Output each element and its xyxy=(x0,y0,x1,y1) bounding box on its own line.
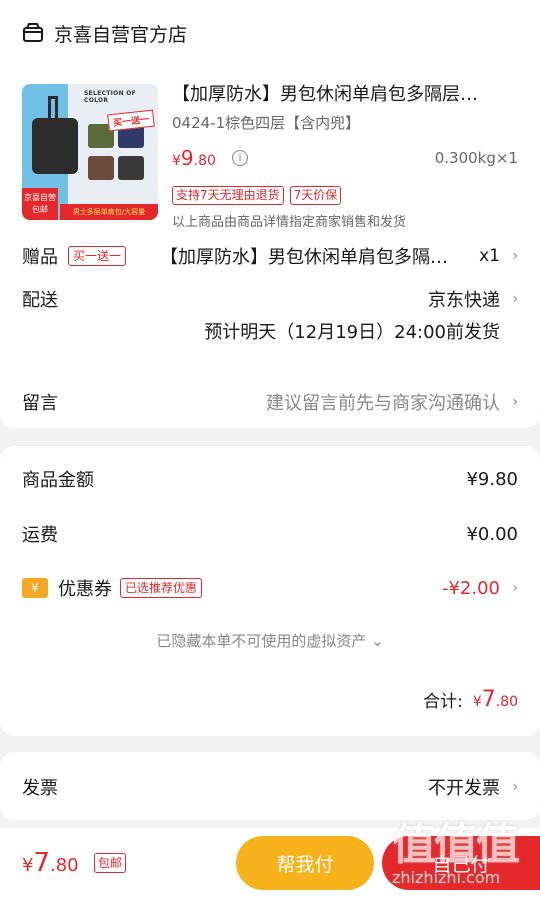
product-title[interactable]: 【加厚防水】男包休闲单肩包多隔层… xyxy=(172,80,522,106)
total-label: 合计: xyxy=(423,691,463,712)
thumb-tag-line2: 包邮 xyxy=(32,205,48,214)
shop-header[interactable]: 京喜自营官方店 xyxy=(22,20,187,46)
shipping-label: 运费 xyxy=(22,525,58,546)
checkout-bar: ¥7.80 包邮 帮我付 自己付 xyxy=(0,828,540,899)
message-placeholder[interactable]: 建议留言前先与商家沟通确认 xyxy=(266,389,500,415)
goods-amount-value: ¥9.80 xyxy=(466,468,518,490)
coupon-label: 优惠券 xyxy=(58,579,112,600)
delivery-eta: 预计明天（12月19日）24:00前发货 xyxy=(204,322,500,343)
total-dec: .80 xyxy=(495,693,518,710)
gift-label: 赠品 xyxy=(22,247,58,268)
checkout-price: ¥7.80 xyxy=(22,848,79,878)
thumb-banner: 男士多层单肩包/大容量 xyxy=(60,204,158,220)
coupon-row[interactable]: ¥ 优惠券 已选推荐优惠 -¥2.00 › xyxy=(22,575,518,601)
total-symbol: ¥ xyxy=(472,693,482,710)
product-weight-qty: 0.300kg×1 xyxy=(434,149,518,167)
shipping-value: ¥0.00 xyxy=(466,523,518,545)
price-symbol: ¥ xyxy=(172,153,181,169)
invoice-value: 不开发票 xyxy=(428,778,500,799)
chevron-right-icon: › xyxy=(512,394,518,410)
message-row[interactable]: 留言 建议留言前先与商家沟通确认 › xyxy=(22,389,518,415)
product-thumbnail[interactable]: SELECTION OF COLOR 买一送一 京喜自营 包邮 男士多层单肩包/… xyxy=(22,84,158,220)
hidden-assets-toggle[interactable]: 已隐藏本单不可使用的虚拟资产 ⌄ xyxy=(0,630,540,651)
delivery-row[interactable]: 配送 京东快递 › xyxy=(22,286,518,312)
delivery-label: 配送 xyxy=(22,290,58,311)
goods-amount-row: 商品金额 ¥9.80 xyxy=(22,466,518,492)
goods-amount-label: 商品金额 xyxy=(22,470,94,491)
invoice-label: 发票 xyxy=(22,778,58,799)
total-row: 合计: ¥7.80 xyxy=(22,684,518,714)
price-dec: .80 xyxy=(193,153,216,169)
chevron-right-icon: › xyxy=(512,779,518,795)
seller-note: 以上商品由商品详情指定商家销售和发货 xyxy=(172,215,407,230)
gift-qty: x1 xyxy=(479,246,500,266)
thumb-variant-3 xyxy=(88,156,114,180)
shipping-row: 运费 ¥0.00 xyxy=(22,521,518,547)
hidden-assets-text: 已隐藏本单不可使用的虚拟资产 xyxy=(156,632,367,650)
thumb-selection-text: SELECTION OF COLOR xyxy=(84,90,137,104)
invoice-row[interactable]: 发票 不开发票 › xyxy=(22,774,518,800)
message-label: 留言 xyxy=(22,393,58,414)
thumb-bag xyxy=(32,118,78,174)
thumb-promo-label: 买一送一 xyxy=(107,109,155,132)
free-shipping-badge: 包邮 xyxy=(94,853,127,873)
shop-name: 京喜自营官方店 xyxy=(54,23,188,46)
info-icon[interactable]: i xyxy=(232,150,248,166)
chevron-right-icon: › xyxy=(512,291,518,307)
price-summary-card: 商品金额 ¥9.80 运费 ¥0.00 ¥ 优惠券 已选推荐优惠 -¥2.00 … xyxy=(0,446,540,736)
chevron-right-icon: › xyxy=(512,248,518,264)
product-spec: 0424-1棕色四层【含内兜】 xyxy=(172,114,361,132)
gift-row[interactable]: 赠品 买一送一 【加厚防水】男包休闲单肩包多隔… x1 › xyxy=(22,243,518,269)
invoice-card[interactable]: 发票 不开发票 › xyxy=(0,752,540,820)
checkout-dec: .80 xyxy=(50,855,79,876)
thumb-variant-4 xyxy=(118,156,144,180)
delivery-method: 京东快递 xyxy=(428,290,500,311)
order-items-card: 京喜自营官方店 SELECTION OF COLOR 买一送一 京喜自营 包邮 … xyxy=(0,0,540,428)
coupon-value: -¥2.00 xyxy=(441,577,500,599)
badge-7day-return: 支持7天无理由退货 xyxy=(172,186,284,205)
store-icon xyxy=(23,23,43,42)
total-int: 7 xyxy=(481,686,496,712)
service-badges: 支持7天无理由退货 7天价保 xyxy=(172,186,342,205)
delivery-eta-row: 预计明天（12月19日）24:00前发货 xyxy=(22,318,518,344)
help-me-pay-button[interactable]: 帮我付 xyxy=(236,836,374,890)
badge-price-protect: 7天价保 xyxy=(289,186,342,205)
price-int: 9 xyxy=(180,146,194,170)
product-price: ¥9.80 xyxy=(172,146,216,170)
gift-title: 【加厚防水】男包休闲单肩包多隔… xyxy=(160,247,448,268)
checkout-int: 7 xyxy=(33,848,50,878)
pay-myself-button[interactable]: 自己付 xyxy=(382,836,540,890)
chevron-down-icon: ⌄ xyxy=(371,632,384,650)
coupon-recommended-tag: 已选推荐优惠 xyxy=(120,578,203,598)
gift-tag: 买一送一 xyxy=(68,246,127,266)
thumb-tag-line1: 京喜自营 xyxy=(24,193,56,202)
chevron-right-icon: › xyxy=(512,580,518,596)
total-price: ¥7.80 xyxy=(473,687,518,712)
thumb-tag: 京喜自营 包邮 xyxy=(22,188,58,220)
coupon-icon: ¥ xyxy=(22,578,48,598)
checkout-symbol: ¥ xyxy=(22,855,34,876)
